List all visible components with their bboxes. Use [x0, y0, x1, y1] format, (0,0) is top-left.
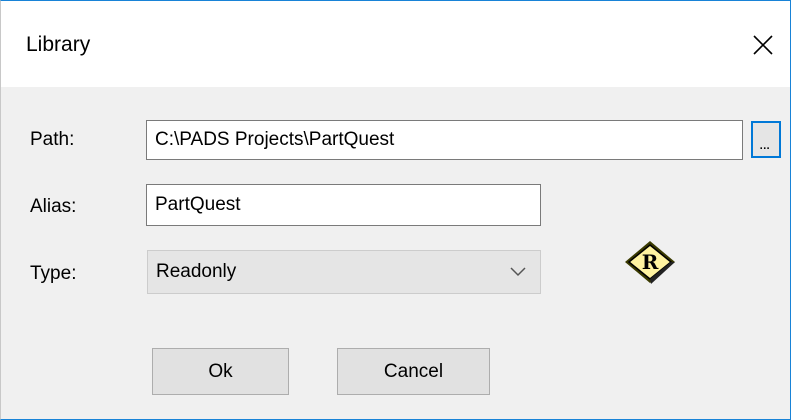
ok-button[interactable]: Ok: [152, 348, 289, 395]
chevron-down-icon: [510, 267, 526, 277]
type-select[interactable]: Readonly: [147, 250, 541, 294]
type-select-value: Readonly: [156, 261, 237, 282]
readonly-diamond-icon: R: [625, 241, 675, 284]
alias-input[interactable]: PartQuest: [146, 184, 541, 226]
type-label: Type:: [30, 263, 77, 284]
readonly-badge-letter: R: [642, 250, 659, 274]
title-bar: Library: [1, 1, 790, 87]
readonly-badge: R: [620, 238, 684, 286]
window-title: Library: [26, 33, 91, 56]
path-label: Path:: [30, 129, 75, 150]
cancel-button[interactable]: Cancel: [337, 348, 490, 395]
browse-button[interactable]: ...: [751, 121, 781, 158]
browse-button-label: ...: [759, 136, 770, 153]
close-button[interactable]: [743, 25, 783, 65]
close-icon: [753, 35, 773, 55]
path-input[interactable]: C:\PADS Projects\PartQuest: [146, 120, 743, 160]
library-dialog: Library Path: C:\PADS Projects\PartQuest…: [0, 0, 791, 420]
alias-label: Alias:: [30, 196, 77, 217]
